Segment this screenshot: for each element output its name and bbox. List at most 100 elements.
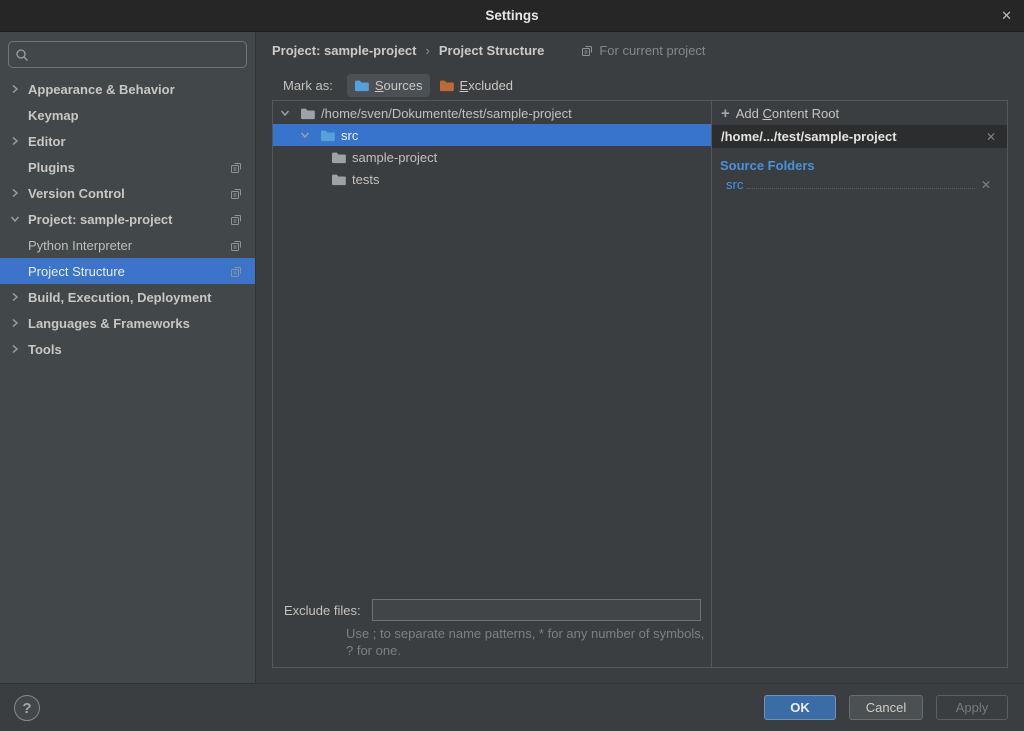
search-icon bbox=[15, 48, 29, 62]
chevron-slot bbox=[10, 84, 28, 94]
breadcrumb-project[interactable]: Project: sample-project bbox=[272, 43, 417, 58]
source-folder-name: src bbox=[726, 177, 743, 192]
tree-row-label: sample-project bbox=[352, 150, 437, 165]
settings-dialog: Settings ✕ Appearance & Behavior Keymap Ed… bbox=[0, 0, 1024, 731]
apply-button[interactable]: Apply bbox=[936, 695, 1008, 720]
sidebar-item-keymap[interactable]: Keymap bbox=[0, 102, 255, 128]
add-content-root-label: Add Content Root bbox=[736, 106, 839, 121]
sidebar-item-label: Python Interpreter bbox=[28, 238, 132, 253]
sidebar-item-python-interpreter[interactable]: Python Interpreter bbox=[0, 232, 255, 258]
remove-content-root-icon[interactable]: ✕ bbox=[984, 130, 998, 144]
sidebar-item-label: Plugins bbox=[28, 160, 75, 175]
chevron-down-icon[interactable] bbox=[300, 130, 310, 140]
remove-source-folder-icon[interactable]: ✕ bbox=[979, 178, 993, 192]
per-project-settings-icon bbox=[230, 213, 243, 226]
breadcrumb: Project: sample-project › Project Struct… bbox=[272, 40, 706, 60]
chevron-right-icon[interactable] bbox=[10, 292, 20, 302]
exclude-files-label: Exclude files: bbox=[284, 603, 361, 618]
sidebar-item-label: Version Control bbox=[28, 186, 125, 201]
plus-icon: + bbox=[721, 107, 730, 121]
per-project-settings-icon bbox=[230, 239, 243, 252]
tree-row-label: tests bbox=[352, 172, 379, 187]
sidebar-item-plugins[interactable]: Plugins bbox=[0, 154, 255, 180]
sidebar-item-label: Project: sample-project bbox=[28, 212, 173, 227]
tree-row-tests[interactable]: tests bbox=[273, 168, 711, 190]
folder-blue-icon bbox=[320, 129, 335, 142]
tree-row-src[interactable]: src bbox=[273, 124, 711, 146]
mark-as-button-label: Sources bbox=[375, 78, 423, 93]
sidebar-item-tools[interactable]: Tools bbox=[0, 336, 255, 362]
sidebar-item-label: Languages & Frameworks bbox=[28, 316, 190, 331]
folder-gray-icon bbox=[331, 151, 346, 164]
exclude-files-row: Exclude files: bbox=[273, 599, 711, 621]
folder-orange-icon bbox=[439, 79, 454, 92]
content-root-path: /home/.../test/sample-project bbox=[721, 129, 984, 144]
sidebar-item-label: Keymap bbox=[28, 108, 79, 123]
dialog-footer: ? OK Cancel Apply bbox=[0, 683, 1024, 731]
search-input[interactable] bbox=[34, 47, 240, 62]
source-folders-title: Source Folders bbox=[720, 158, 1007, 173]
source-folder-row-src[interactable]: src ✕ bbox=[712, 175, 1007, 192]
sidebar-item-label: Build, Execution, Deployment bbox=[28, 290, 211, 305]
chevron-right-icon[interactable] bbox=[10, 188, 20, 198]
sidebar-item-label: Tools bbox=[28, 342, 62, 357]
per-project-settings-icon bbox=[230, 161, 243, 174]
title-bar[interactable]: Settings ✕ bbox=[0, 0, 1024, 32]
chevron-down-icon[interactable] bbox=[10, 214, 20, 224]
tree-row-label: /home/sven/Dokumente/test/sample-project bbox=[321, 106, 572, 121]
per-project-settings-icon bbox=[230, 265, 243, 278]
chevron-right-icon[interactable] bbox=[10, 84, 20, 94]
chevron-right-icon[interactable] bbox=[10, 344, 20, 354]
chevron-slot bbox=[10, 318, 28, 328]
sidebar-item-label: Project Structure bbox=[28, 264, 125, 279]
settings-sidebar: Appearance & Behavior Keymap Editor Plugins… bbox=[0, 32, 256, 683]
chevron-down-icon[interactable] bbox=[280, 108, 290, 118]
mark-as-button-label: Excluded bbox=[460, 78, 513, 93]
settings-nav: Appearance & Behavior Keymap Editor Plugins… bbox=[0, 76, 255, 362]
chevron-slot bbox=[10, 188, 28, 198]
content-tree-pane: /home/sven/Dokumente/test/sample-project… bbox=[273, 101, 712, 667]
tree-row-label: src bbox=[341, 128, 358, 143]
mark-as-toolbar: Mark as: Sources Excluded bbox=[283, 73, 520, 97]
per-project-settings-icon bbox=[230, 187, 243, 200]
tree-row-sample-project[interactable]: sample-project bbox=[273, 146, 711, 168]
folder-gray-icon bbox=[331, 173, 346, 186]
exclude-files-input[interactable] bbox=[372, 599, 701, 621]
chevron-slot bbox=[10, 292, 28, 302]
content-root-row[interactable]: /home/.../test/sample-project ✕ bbox=[712, 125, 1007, 148]
ok-button[interactable]: OK bbox=[764, 695, 836, 720]
mark-as-sources-button[interactable]: Sources bbox=[347, 74, 430, 97]
sidebar-item-build-execution-deployment[interactable]: Build, Execution, Deployment bbox=[0, 284, 255, 310]
chevron-right-icon[interactable] bbox=[10, 136, 20, 146]
chevron-slot bbox=[10, 136, 28, 146]
for-current-project-badge: For current project bbox=[581, 43, 705, 58]
settings-search-box[interactable] bbox=[8, 41, 247, 68]
tree-row-home-sven-dokumente-test-sample-project[interactable]: /home/sven/Dokumente/test/sample-project bbox=[273, 102, 711, 124]
per-project-icon bbox=[581, 44, 594, 57]
sidebar-item-appearance-behavior[interactable]: Appearance & Behavior bbox=[0, 76, 255, 102]
chevron-right-icon[interactable] bbox=[10, 318, 20, 328]
mark-as-label: Mark as: bbox=[283, 78, 333, 93]
breadcrumb-separator-icon: › bbox=[426, 43, 430, 58]
dialog-title: Settings bbox=[485, 8, 538, 23]
mark-as-excluded-button[interactable]: Excluded bbox=[432, 74, 520, 97]
per-project-settings-icon bbox=[581, 44, 594, 57]
sidebar-item-label: Appearance & Behavior bbox=[28, 82, 175, 97]
folder-blue-icon bbox=[354, 79, 369, 92]
sidebar-item-version-control[interactable]: Version Control bbox=[0, 180, 255, 206]
cancel-button[interactable]: Cancel bbox=[849, 695, 923, 720]
chevron-slot bbox=[10, 214, 28, 224]
for-current-project-label: For current project bbox=[599, 43, 705, 58]
sidebar-item-project-structure[interactable]: Project Structure bbox=[0, 258, 255, 284]
help-button[interactable]: ? bbox=[14, 695, 40, 721]
close-icon[interactable]: ✕ bbox=[1001, 8, 1012, 24]
chevron-slot bbox=[10, 344, 28, 354]
folder-gray-icon bbox=[300, 107, 315, 120]
sidebar-item-editor[interactable]: Editor bbox=[0, 128, 255, 154]
exclude-files-hint: Use ; to separate name patterns, * for a… bbox=[346, 625, 706, 659]
sidebar-item-project-sample-project[interactable]: Project: sample-project bbox=[0, 206, 255, 232]
dotted-leader bbox=[747, 177, 975, 189]
add-content-root-button[interactable]: + Add Content Root bbox=[712, 102, 1007, 125]
sidebar-item-label: Editor bbox=[28, 134, 66, 149]
sidebar-item-languages-frameworks[interactable]: Languages & Frameworks bbox=[0, 310, 255, 336]
